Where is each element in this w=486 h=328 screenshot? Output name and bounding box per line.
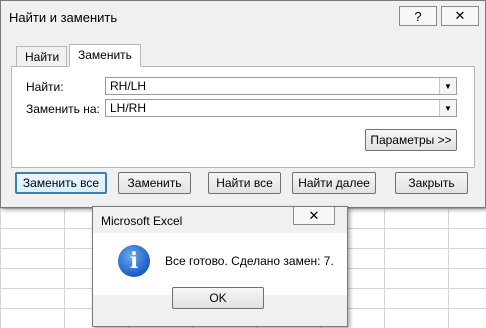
- help-button[interactable]: ?: [399, 6, 437, 26]
- dialog-title: Найти и заменить: [9, 10, 118, 25]
- close-button[interactable]: Закрыть: [395, 172, 468, 194]
- find-label: Найти:: [26, 80, 64, 94]
- find-input[interactable]: RH/LH ▼: [105, 77, 457, 95]
- ok-button[interactable]: OK: [172, 287, 264, 309]
- options-button[interactable]: Параметры >>: [365, 129, 457, 151]
- dropdown-arrow-icon[interactable]: ▼: [439, 78, 456, 94]
- message-text: Все готово. Сделано замен: 7.: [165, 254, 334, 268]
- replace-value: LH/RH: [110, 101, 147, 115]
- tab-replace[interactable]: Заменить: [69, 44, 141, 67]
- close-icon[interactable]: ✕: [441, 6, 479, 26]
- message-body: i Все готово. Сделано замен: 7.: [93, 233, 347, 295]
- close-icon[interactable]: ✕: [293, 207, 335, 225]
- replace-button[interactable]: Заменить: [118, 172, 191, 194]
- find-next-button[interactable]: Найти далее: [292, 172, 376, 194]
- find-value: RH/LH: [110, 79, 147, 93]
- message-box-title: Microsoft Excel: [101, 214, 183, 228]
- message-box: Microsoft Excel ✕ i Все готово. Сделано …: [92, 206, 348, 327]
- tab-find[interactable]: Найти: [16, 46, 67, 67]
- find-replace-dialog: Найти и заменить ? ✕ Найти Заменить Найт…: [0, 0, 486, 208]
- find-all-button[interactable]: Найти все: [208, 172, 281, 194]
- replace-label: Заменить на:: [26, 102, 100, 116]
- information-icon: i: [118, 245, 150, 277]
- dropdown-arrow-icon[interactable]: ▼: [439, 100, 456, 116]
- replace-input[interactable]: LH/RH ▼: [105, 99, 457, 117]
- replace-all-button[interactable]: Заменить все: [15, 172, 107, 194]
